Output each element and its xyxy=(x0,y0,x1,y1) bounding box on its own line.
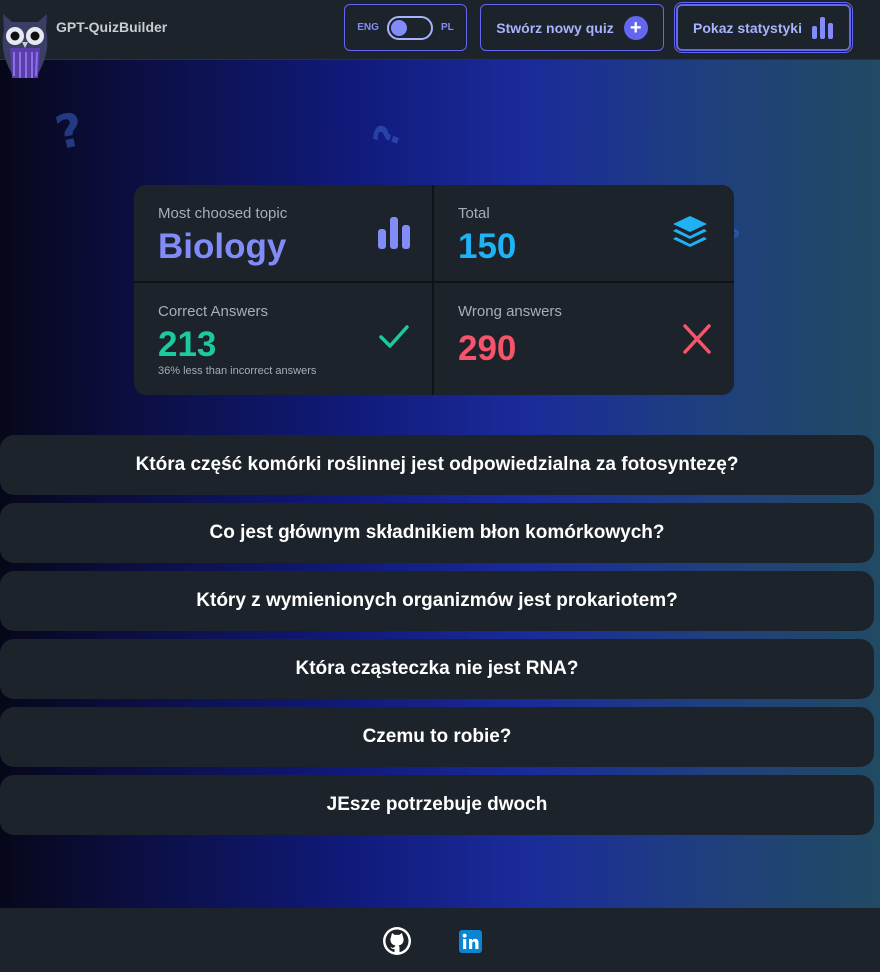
switch-knob xyxy=(390,19,407,36)
question-item[interactable]: Co jest głównym składnikiem błon komórko… xyxy=(0,503,874,563)
footer xyxy=(0,908,880,972)
stat-description: 36% less than incorrect answers xyxy=(158,365,317,377)
stat-value: 213 xyxy=(158,325,217,364)
header: GPT-QuizBuilder ENG PL Stwórz nowy quiz … xyxy=(0,0,880,78)
checkmark-icon xyxy=(379,325,409,348)
owl-logo[interactable] xyxy=(0,8,50,80)
question-item[interactable]: JEsze potrzebuje dwoch xyxy=(0,775,874,835)
new-quiz-label: Stwórz nowy quiz xyxy=(496,19,614,36)
question-mark-decoration: ? xyxy=(50,101,89,161)
x-icon xyxy=(683,324,711,354)
language-switch[interactable] xyxy=(386,15,433,40)
show-stats-button[interactable]: Pokaz statystyki xyxy=(676,4,851,51)
main-area: ? ? ? Most choosed topic Biology Total 1… xyxy=(0,60,880,908)
bar-chart-icon xyxy=(378,217,410,249)
language-toggle[interactable]: ENG PL xyxy=(344,4,467,51)
github-icon[interactable] xyxy=(382,926,412,956)
new-quiz-button[interactable]: Stwórz nowy quiz + xyxy=(480,4,664,51)
question-item[interactable]: Który z wymienionych organizmów jest pro… xyxy=(0,571,874,631)
question-item[interactable]: Która część komórki roślinnej jest odpow… xyxy=(0,435,874,495)
stat-top-topic: Most choosed topic Biology xyxy=(134,185,432,289)
plus-icon: + xyxy=(623,15,648,40)
stat-value: 290 xyxy=(458,329,517,368)
stat-value: 150 xyxy=(458,227,517,266)
bar-chart-icon xyxy=(811,16,833,39)
question-item[interactable]: Która cząsteczka nie jest RNA? xyxy=(0,639,874,699)
question-item[interactable]: Czemu to robie? xyxy=(0,707,874,767)
stat-title: Total xyxy=(458,205,490,222)
stat-title: Wrong answers xyxy=(458,303,562,320)
question-mark-decoration: ? xyxy=(365,119,411,153)
layers-icon xyxy=(673,216,707,247)
linkedin-icon[interactable] xyxy=(459,930,482,953)
lang-pl-label: PL xyxy=(440,22,454,33)
stat-value: Biology xyxy=(158,227,287,266)
stat-title: Most choosed topic xyxy=(158,205,288,222)
stats-panel: Most choosed topic Biology Total 150 Cor… xyxy=(134,185,734,395)
stat-total: Total 150 xyxy=(434,185,732,289)
app-title: GPT-QuizBuilder xyxy=(56,19,168,35)
stat-title: Correct Answers xyxy=(158,303,269,320)
lang-eng-label: ENG xyxy=(357,22,379,33)
stat-correct: Correct Answers 213 36% less than incorr… xyxy=(134,283,432,387)
stat-wrong: Wrong answers 290 xyxy=(434,283,732,387)
show-stats-label: Pokaz statystyki xyxy=(693,19,802,36)
